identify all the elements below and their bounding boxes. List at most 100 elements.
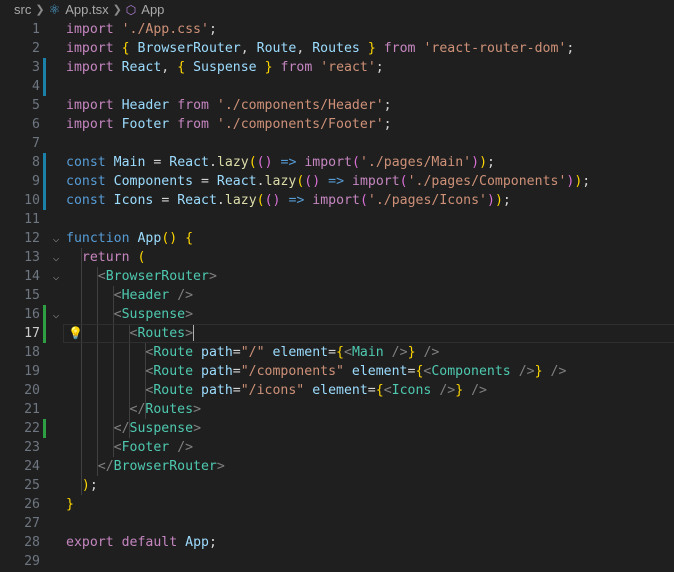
line-number: 3 [32,60,40,75]
code-text: </BrowserRouter> [97,459,225,474]
code-line[interactable]: 6 import Footer from './components/Footer… [0,115,674,134]
line-number: 23 [24,440,40,455]
code-line[interactable]: 19 <Route path="/components" element={<C… [0,362,674,381]
code-line[interactable]: 2 import { BrowserRouter, Route, Routes }… [0,39,674,58]
code-text: </Routes> [129,402,202,417]
line-number: 2 [32,41,40,56]
code-line[interactable]: 9 const Components = React.lazy(() => imp… [0,172,674,191]
symbol-method-icon: ⬡ [125,2,137,17]
code-line[interactable]: 17 💡 <Routes> [0,324,674,343]
fold-chevron-icon[interactable]: ⌵ [49,248,63,267]
line-number: 24 [24,459,40,474]
code-line[interactable]: 3 import React, { Suspense } from 'react'… [0,58,674,77]
code-text: import './App.css'; [66,22,217,37]
code-line[interactable]: 7 [0,134,674,153]
added-line-marker[interactable] [43,419,46,438]
code-line[interactable]: 11 [0,210,674,229]
line-number: 1 [32,22,40,37]
code-line[interactable]: 26} [0,495,674,514]
code-line[interactable]: 13 ⌵ return ( [0,248,674,267]
line-number: 6 [32,117,40,132]
code-text: const Components = React.lazy(() => impo… [66,174,591,189]
code-line[interactable]: 16 ⌵ <Suspense> [0,305,674,324]
line-number: 5 [32,98,40,113]
code-line[interactable]: 28 export default App; [0,533,674,552]
line-number: 22 [24,421,40,436]
breadcrumb-folder[interactable]: src [14,2,31,17]
breadcrumb-file[interactable]: App.tsx [65,2,108,17]
line-number: 12 [24,231,40,246]
code-text: function App() { [66,231,194,246]
code-text: import { BrowserRouter, Route, Routes } … [66,41,575,56]
line-number: 11 [24,212,40,227]
code-text: <Header /> [113,288,194,303]
line-number: 19 [24,364,40,379]
code-text: import Footer from './components/Footer'… [66,117,392,132]
modified-line-marker[interactable] [43,172,46,191]
code-text: <Route path="/icons" element={<Icons />}… [145,383,487,398]
code-text: </Suspense> [113,421,202,436]
code-text: <BrowserRouter> [97,269,217,284]
code-line[interactable]: 21 </Routes> [0,400,674,419]
code-text: const Icons = React.lazy(() => import('.… [66,193,511,208]
code-text: export default App; [66,535,217,550]
line-number: 18 [24,345,40,360]
code-line[interactable]: 25 ); [0,476,674,495]
code-text: const Main = React.lazy(() => import('./… [66,155,495,170]
code-line[interactable]: 8 const Main = React.lazy(() => import('.… [0,153,674,172]
code-line[interactable]: 24 </BrowserRouter> [0,457,674,476]
code-line[interactable]: 23 <Footer /> [0,438,674,457]
line-number: 7 [32,136,40,151]
code-editor[interactable]: 1 import './App.css'; 2 import { BrowserRou… [0,20,674,572]
line-number: 27 [24,516,40,531]
code-line[interactable]: 4 [0,77,674,96]
code-line[interactable]: 27 [0,514,674,533]
line-number: 29 [24,554,40,569]
code-text: <Suspense> [113,307,194,322]
code-line[interactable]: 14 ⌵ <BrowserRouter> [0,267,674,286]
chevron-right-icon: ❯ [35,4,45,16]
modified-line-marker[interactable] [43,191,46,210]
react-icon: ⚛ [48,1,61,17]
line-number: 15 [24,288,40,303]
fold-chevron-icon[interactable]: ⌵ [49,229,63,248]
code-line[interactable]: 12 ⌵ function App() { [0,229,674,248]
code-line[interactable]: 15 <Header /> [0,286,674,305]
modified-line-marker[interactable] [43,58,46,77]
line-number: 25 [24,478,40,493]
code-line[interactable]: 29 [0,552,674,571]
code-text: return ( [81,250,146,265]
line-number: 16 [24,307,40,322]
added-line-marker[interactable] [43,305,46,324]
line-number: 9 [32,174,40,189]
breadcrumb-symbol[interactable]: App [141,2,164,17]
line-number: 8 [32,155,40,170]
line-number: 28 [24,535,40,550]
code-text: <Routes> [129,325,195,341]
code-text: ); [81,478,98,493]
code-line[interactable]: 18 <Route path="/" element={<Main />} /> [0,343,674,362]
code-line[interactable]: 22 </Suspense> [0,419,674,438]
fold-chevron-icon[interactable]: ⌵ [49,267,63,286]
chevron-right-icon: ❯ [112,4,122,16]
code-text: <Route path="/" element={<Main />} /> [145,345,440,360]
code-line[interactable]: 1 import './App.css'; [0,20,674,39]
fold-chevron-icon[interactable]: ⌵ [49,305,63,324]
line-number: 4 [32,79,40,94]
code-line[interactable]: 20 <Route path="/icons" element={<Icons … [0,381,674,400]
code-line[interactable]: 5 import Header from './components/Header… [0,96,674,115]
line-number: 26 [24,497,40,512]
modified-line-marker[interactable] [43,77,46,96]
added-line-marker[interactable] [43,324,46,343]
text-cursor [193,325,195,341]
line-number: 20 [24,383,40,398]
line-number: 21 [24,402,40,417]
line-number: 14 [24,269,40,284]
modified-line-marker[interactable] [43,153,46,172]
line-number: 13 [24,250,40,265]
code-text: } [66,497,74,512]
code-text: import Header from './components/Header'… [66,98,392,113]
line-number: 10 [24,193,40,208]
code-text: <Route path="/components" element={<Comp… [145,364,567,379]
code-line[interactable]: 10 const Icons = React.lazy(() => import(… [0,191,674,210]
